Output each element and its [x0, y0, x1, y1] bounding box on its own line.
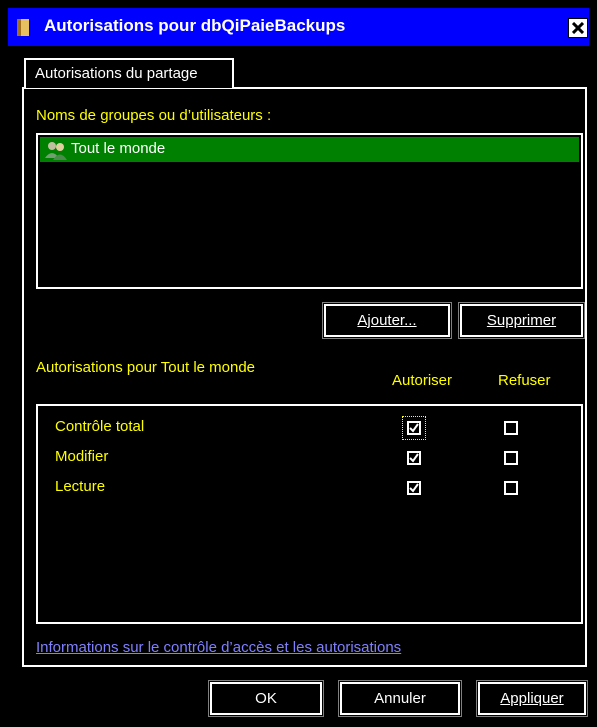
list-item-everyone[interactable]: Tout le monde — [40, 137, 579, 162]
deny-checkbox-read[interactable] — [504, 481, 518, 495]
permission-name: Lecture — [55, 478, 106, 495]
allow-checkbox-modify[interactable] — [407, 451, 421, 465]
close-button[interactable] — [568, 18, 588, 38]
remove-button[interactable]: Supprimer — [458, 302, 585, 339]
allow-column-header: Autoriser — [392, 372, 453, 389]
permission-row-read: Lecture — [38, 476, 583, 502]
users-icon — [45, 140, 67, 160]
permissions-dialog: Autorisations pour dbQiPaieBackups Autor… — [0, 0, 597, 727]
folder-icon — [17, 19, 29, 36]
window-title: Autorisations pour dbQiPaieBackups — [44, 16, 346, 35]
deny-checkbox-full-control[interactable] — [504, 421, 518, 435]
add-button[interactable]: Ajouter... — [322, 302, 452, 339]
list-item-label: Tout le monde — [71, 140, 166, 157]
checkmark-icon — [409, 483, 419, 493]
permissions-list: Contrôle total Modifier Lecture — [36, 404, 583, 624]
permission-row-full-control: Contrôle total — [38, 416, 583, 442]
permission-row-modify: Modifier — [38, 446, 583, 472]
close-icon — [572, 22, 584, 34]
allow-checkbox-read[interactable] — [407, 481, 421, 495]
deny-checkbox-modify[interactable] — [504, 451, 518, 465]
apply-button[interactable]: Appliquer — [476, 680, 588, 717]
ok-button[interactable]: OK — [208, 680, 324, 717]
cancel-button[interactable]: Annuler — [338, 680, 462, 717]
permission-name: Modifier — [55, 448, 109, 465]
title-bar[interactable]: Autorisations pour dbQiPaieBackups — [8, 8, 589, 46]
permissions-title: Autorisations pour Tout le monde — [36, 359, 256, 376]
allow-checkbox-full-control[interactable] — [407, 421, 421, 435]
deny-column-header: Refuser — [498, 372, 551, 389]
users-list-label: Noms de groupes ou d’utilisateurs : — [36, 107, 272, 124]
tab-share-permissions[interactable]: Autorisations du partage — [24, 58, 234, 88]
permission-name: Contrôle total — [55, 418, 145, 435]
users-listbox[interactable]: Tout le monde — [36, 133, 583, 289]
access-control-help-link[interactable]: Informations sur le contrôle d’accès et … — [36, 639, 401, 656]
checkmark-icon — [409, 453, 419, 463]
checkmark-icon — [409, 423, 419, 433]
